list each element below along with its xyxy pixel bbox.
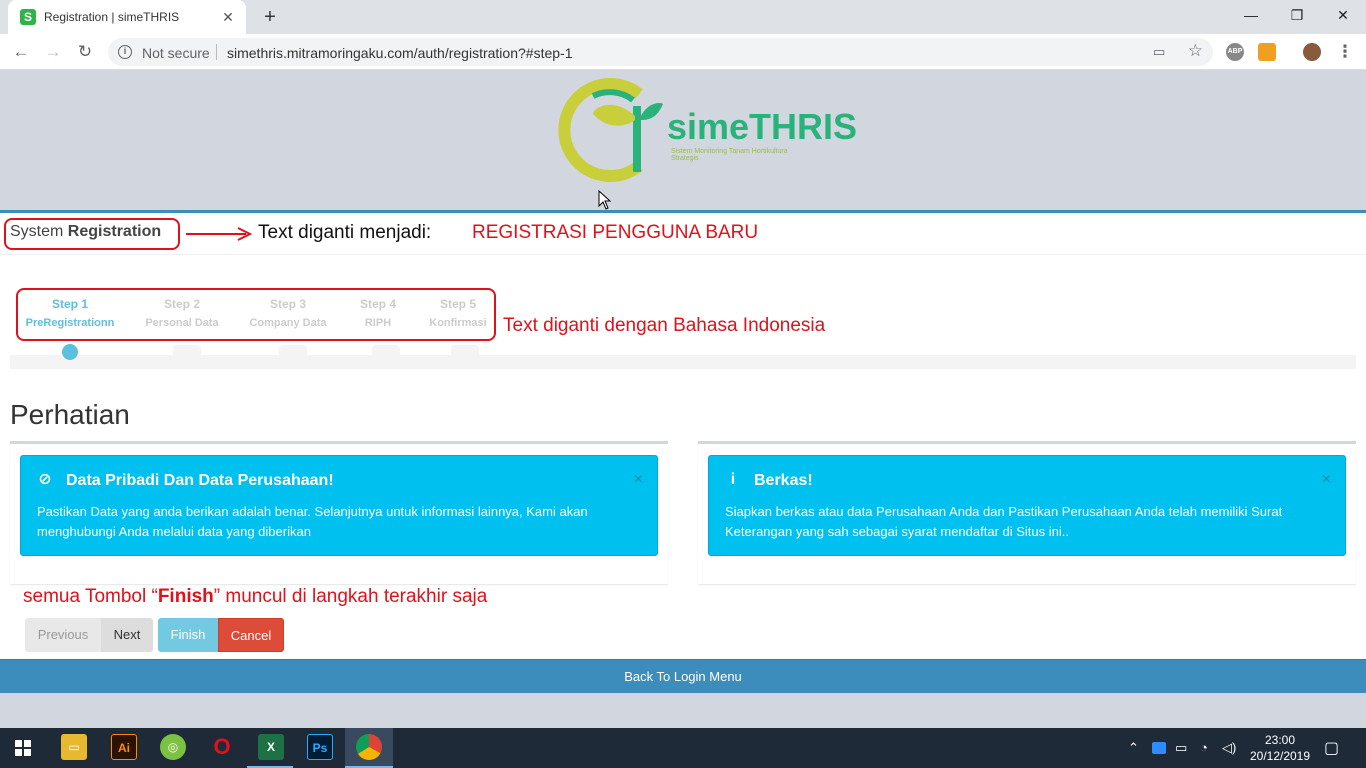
back-icon[interactable]: ←: [9, 40, 33, 64]
bookmark-star-icon[interactable]: ☆: [1188, 41, 1203, 61]
alert-body: Pastikan Data yang anda berikan adalah b…: [37, 504, 588, 539]
step-track: [10, 355, 1356, 369]
address-bar[interactable]: i Not secure simethris.mitramoringaku.co…: [108, 38, 1213, 66]
mouse-cursor-icon: [598, 190, 612, 210]
clock-time: 23:00: [1264, 733, 1296, 747]
alert-title: Data Pribadi Dan Data Perusahaan!: [66, 472, 334, 489]
annotation-steps-outline: [16, 288, 496, 341]
windows-start-icon[interactable]: [15, 740, 31, 756]
close-window-icon[interactable]: ✕: [1320, 0, 1366, 30]
menu-dots-icon[interactable]: ⋮: [1333, 40, 1357, 64]
illustrator-icon[interactable]: Ai: [111, 734, 137, 760]
previous-button[interactable]: Previous: [25, 618, 101, 652]
zoom-tray-icon[interactable]: [1152, 742, 1166, 754]
tab-close-icon[interactable]: ✕: [218, 7, 238, 27]
browser-toolbar: ← → ↻ i Not secure simethris.mitramoring…: [0, 34, 1366, 70]
cancel-button[interactable]: Cancel: [218, 618, 284, 652]
profile-avatar[interactable]: [1303, 43, 1321, 61]
alert-panel-right: i Berkas! × Siapkan berkas atau data Per…: [698, 441, 1356, 584]
restore-icon[interactable]: ❐: [1274, 0, 1320, 30]
info-icon[interactable]: i: [118, 45, 132, 59]
forward-icon[interactable]: →: [41, 40, 65, 64]
green-app-icon[interactable]: ◎: [160, 734, 186, 760]
omnibox-divider: [216, 44, 217, 60]
browser-tab[interactable]: S Registration | simeTHRIS ✕: [8, 0, 246, 34]
url-text[interactable]: simethris.mitramoringaku.com/auth/regist…: [227, 45, 572, 61]
step-marker: [279, 345, 307, 355]
taskbar-clock[interactable]: 23:00 20/12/2019: [1248, 732, 1312, 764]
finish-button[interactable]: Finish: [158, 618, 218, 652]
step-marker: [173, 345, 201, 355]
opera-icon[interactable]: O: [209, 734, 235, 760]
photoshop-icon[interactable]: Ps: [307, 734, 333, 760]
next-button[interactable]: Next: [101, 618, 153, 652]
alert-title: Berkas!: [754, 472, 813, 489]
logo-tagline: Sistem Monitoring Tanam Hortikultura Str…: [671, 148, 788, 162]
excel-icon[interactable]: X: [258, 734, 284, 760]
reload-icon[interactable]: ↻: [73, 40, 97, 64]
wifi-icon[interactable]: ◔: [1200, 740, 1208, 755]
new-tab-icon[interactable]: +: [258, 5, 282, 29]
simethris-logo: simeTHRIS Sistem Monitoring Tanam Hortik…: [553, 76, 857, 182]
alert-documents: i Berkas! × Siapkan berkas atau data Per…: [708, 455, 1346, 556]
annotation-finish-note: semua Tombol “Finish” muncul di langkah …: [23, 586, 487, 608]
minimize-icon[interactable]: —: [1228, 0, 1274, 30]
security-label: Not secure: [142, 45, 210, 61]
file-explorer-icon[interactable]: ▭: [61, 734, 87, 760]
logo-name: simeTHRIS: [667, 106, 858, 147]
chrome-icon[interactable]: [356, 734, 382, 760]
step-marker: [451, 345, 479, 355]
alert-close-icon[interactable]: ×: [1322, 471, 1331, 489]
annotation-replace-value: REGISTRASI PENGGUNA BARU: [472, 222, 759, 243]
annotation-steps-note: Text diganti dengan Bahasa Indonesia: [503, 315, 826, 336]
back-to-login-link[interactable]: Back To Login Menu: [0, 659, 1366, 693]
alert-body: Siapkan berkas atau data Perusahaan Anda…: [725, 504, 1283, 539]
ban-icon: ⊘: [38, 471, 52, 488]
step-marker: [372, 345, 400, 355]
alert-personal-data: ⊘ Data Pribadi Dan Data Perusahaan! × Pa…: [20, 455, 658, 556]
clock-date: 20/12/2019: [1249, 749, 1311, 763]
info-icon: i: [730, 471, 736, 488]
tab-title: Registration | simeTHRIS: [44, 10, 180, 24]
finish-note-bold: Finish: [157, 586, 214, 607]
notification-icon[interactable]: ▢: [1324, 738, 1339, 758]
step-current-dot: [62, 344, 78, 360]
annotation-arrow-icon: [186, 227, 252, 241]
site-favicon-icon: S: [20, 9, 36, 25]
cast-icon[interactable]: ▭: [1153, 44, 1171, 60]
finish-note-pre: semua Tombol “: [23, 586, 158, 607]
battery-icon[interactable]: ▭: [1175, 740, 1187, 756]
browser-tab-bar: S Registration | simeTHRIS ✕ + — ❐ ✕: [0, 0, 1366, 34]
section-heading: Perhatian: [10, 399, 130, 430]
tray-chevron-icon[interactable]: ⌃: [1128, 740, 1139, 756]
alert-panel-left: ⊘ Data Pribadi Dan Data Perusahaan! × Pa…: [10, 441, 668, 584]
alert-close-icon[interactable]: ×: [634, 471, 643, 489]
adblock-icon[interactable]: ABP: [1226, 43, 1244, 61]
annotation-replace-label: Text diganti menjadi:: [258, 222, 432, 243]
volume-icon[interactable]: ◁): [1222, 740, 1236, 756]
rss-icon[interactable]: [1258, 43, 1276, 61]
annotation-title-outline: [4, 218, 180, 250]
finish-note-post: ” muncul di langkah terakhir saja: [213, 586, 488, 607]
logo-mark-icon: [558, 78, 663, 182]
windows-taskbar: ▭ Ai ◎ O X Ps ⌃ ▭ ◔ ◁) 23:00 20/12/2019 …: [0, 728, 1366, 768]
registration-box: System Registration Text diganti menjadi…: [0, 210, 1366, 659]
page-content: simeTHRIS Sistem Monitoring Tanam Hortik…: [0, 70, 1366, 728]
